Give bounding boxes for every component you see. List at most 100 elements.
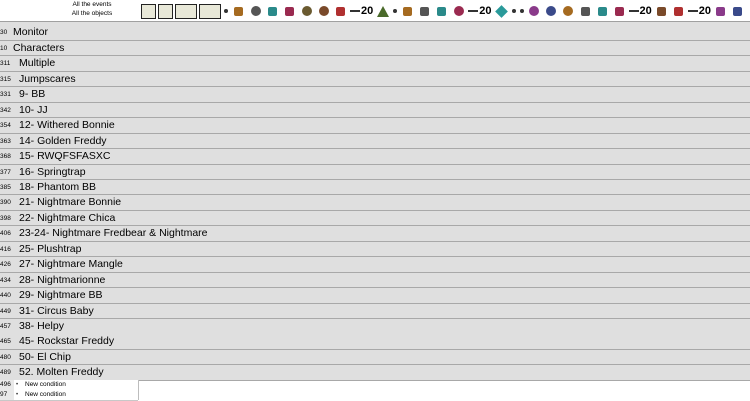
mask-icon[interactable]: [316, 4, 331, 19]
event-row[interactable]: 368 15- RWQFSFASXC: [0, 149, 750, 165]
music-box-icon[interactable]: [578, 4, 593, 19]
foxy-icon[interactable]: [730, 4, 745, 19]
row-number: 315: [0, 75, 11, 83]
frame-wide-icon[interactable]: [199, 3, 221, 19]
can-icon[interactable]: [671, 4, 686, 19]
gear-icon[interactable]: [231, 4, 246, 19]
event-group-label: 25- Plushtrap: [19, 242, 82, 255]
header-labels: All the events All the objects: [46, 1, 138, 19]
square-shape: [614, 6, 624, 16]
event-row[interactable]: 398 22- Nightmare Chica: [0, 210, 750, 227]
event-row[interactable]: 10 Characters: [0, 40, 750, 57]
event-row[interactable]: 449 31- Circus Baby: [0, 303, 750, 320]
camera-icon[interactable]: [400, 4, 415, 19]
ball-icon[interactable]: [561, 4, 576, 19]
event-row[interactable]: 377 16- Springtrap: [0, 164, 750, 180]
square-shape: [420, 6, 430, 16]
counter-object[interactable]: 20: [628, 5, 652, 17]
counter-object[interactable]: 20: [350, 5, 373, 17]
event-group-label: Multiple: [19, 57, 56, 70]
small-dot-icon[interactable]: [511, 4, 517, 19]
row-number: 489: [0, 369, 11, 377]
triangle-icon[interactable]: [375, 4, 390, 19]
event-row[interactable]: 480 50- El Chip: [0, 349, 750, 366]
frame-wide-icon[interactable]: [175, 3, 197, 19]
triangle-shape: [376, 5, 389, 17]
event-row[interactable]: 434 28- Nightmarionne: [0, 272, 750, 289]
frame-icon[interactable]: [141, 3, 156, 19]
circle-shape: [318, 6, 329, 16]
row-number: 30: [0, 29, 8, 37]
square-shape: [716, 6, 725, 16]
row-number: 440: [0, 292, 11, 300]
event-row[interactable]: 30 Monitor: [0, 25, 750, 41]
event-row[interactable]: 465 45- Rockstar Freddy: [0, 334, 750, 350]
counter-bar-icon: [350, 10, 360, 12]
all-events-label[interactable]: All the events: [46, 1, 138, 10]
event-row[interactable]: 363 14- Golden Freddy: [0, 133, 750, 150]
diamond-icon[interactable]: [494, 4, 509, 19]
counter-object[interactable]: 20: [468, 5, 492, 17]
event-row[interactable]: 385 18- Phantom BB: [0, 179, 750, 196]
event-row[interactable]: 426 27- Nightmare Mangle: [0, 257, 750, 273]
event-row[interactable]: 489 52. Molten Freddy: [0, 365, 750, 381]
row-number: 354: [0, 122, 11, 130]
event-group-label: 14- Golden Freddy: [19, 134, 107, 147]
square-shape: [656, 6, 666, 16]
object-icon-strip: 20 20 20 20: [141, 2, 750, 20]
portrait-icon[interactable]: [333, 4, 348, 19]
figure-icon[interactable]: [654, 4, 669, 19]
event-group-label: 52. Molten Freddy: [19, 366, 104, 379]
event-group-label: 31- Circus Baby: [19, 304, 94, 317]
rabbit-icon[interactable]: [417, 4, 432, 19]
toy-icon[interactable]: [282, 4, 297, 19]
event-row[interactable]: 315 Jumpscares: [0, 71, 750, 88]
event-group-label: 38- Helpy: [19, 320, 64, 332]
lamp-icon[interactable]: [434, 4, 449, 19]
chair-icon[interactable]: [595, 4, 610, 19]
row-number: 457: [0, 323, 11, 330]
event-row[interactable]: 354 12- Withered Bonnie: [0, 118, 750, 134]
new-condition-row[interactable]: 97 • New condition: [0, 390, 138, 401]
event-row[interactable]: 342 10- JJ: [0, 102, 750, 119]
dot-shape: [519, 9, 524, 13]
new-condition-label: New condition: [25, 391, 66, 398]
event-row[interactable]: 457 38- Helpy: [0, 319, 750, 335]
frame-icon[interactable]: [158, 3, 173, 19]
small-dot-icon[interactable]: [519, 4, 525, 19]
event-row[interactable]: 440 29- Nightmare BB: [0, 288, 750, 304]
row-number: 465: [0, 338, 11, 346]
column-divider: [138, 380, 139, 400]
animatronic-icon[interactable]: [612, 4, 627, 19]
event-row[interactable]: 390 21- Nightmare Bonnie: [0, 195, 750, 211]
skull-icon[interactable]: [299, 4, 314, 19]
freddy-head-icon[interactable]: [451, 4, 466, 19]
event-row[interactable]: 406 23-24- Nightmare Fredbear & Nightmare: [0, 226, 750, 242]
event-row[interactable]: 311 Multiple: [0, 56, 750, 72]
lollipop-icon[interactable]: [527, 4, 542, 19]
small-dot-icon[interactable]: [392, 4, 398, 19]
square-shape: [403, 6, 413, 16]
dot-shape: [224, 9, 228, 13]
cupcake-icon[interactable]: [248, 4, 263, 19]
dot-icon[interactable]: [223, 4, 229, 19]
plush-icon[interactable]: [265, 4, 280, 19]
all-objects-label[interactable]: All the objects: [46, 10, 138, 19]
square-shape: [268, 6, 277, 16]
row-number: 377: [0, 168, 11, 176]
event-group-label: 12- Withered Bonnie: [19, 119, 115, 132]
counter-object[interactable]: 20: [687, 5, 711, 17]
event-row[interactable]: 331 9- BB: [0, 87, 750, 103]
circle-shape: [563, 6, 573, 16]
event-row[interactable]: 416 25- Plushtrap: [0, 241, 750, 258]
bonnie-icon[interactable]: [713, 4, 728, 19]
event-group-label: 21- Nightmare Bonnie: [19, 196, 122, 209]
event-group-label: 22- Nightmare Chica: [19, 211, 116, 224]
new-condition-label: New condition: [25, 381, 66, 388]
row-number: 480: [0, 353, 11, 361]
row-number: 406: [0, 230, 11, 238]
balloon-icon[interactable]: [544, 4, 559, 19]
counter-bar-icon: [468, 10, 479, 12]
circle-shape: [453, 6, 464, 16]
event-group-label: 16- Springtrap: [19, 165, 86, 178]
